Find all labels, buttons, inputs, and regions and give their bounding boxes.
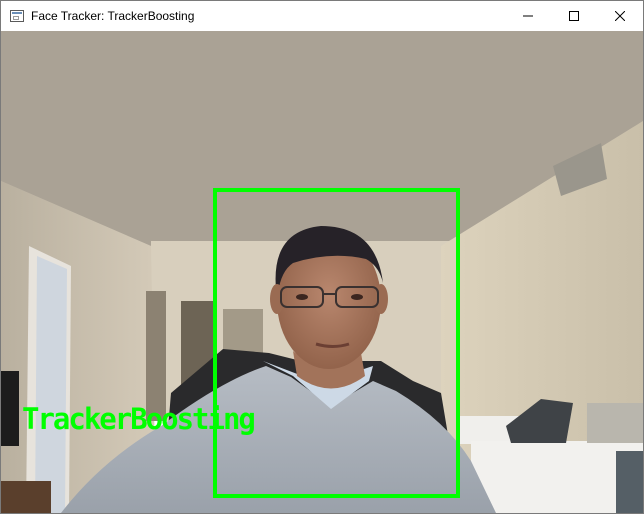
tracker-name-label: TrackerBoosting [22,402,256,436]
window-title: Face Tracker: TrackerBoosting [31,9,195,23]
camera-image [1,31,643,513]
minimize-button[interactable] [505,1,551,31]
maximize-button[interactable] [551,1,597,31]
minimize-icon [523,15,533,17]
close-button[interactable] [597,1,643,31]
face-tracker-window: Face Tracker: TrackerBoosting TrackerBoo… [0,0,644,514]
window-controls [505,1,643,31]
maximize-icon [569,11,579,21]
title-bar[interactable]: Face Tracker: TrackerBoosting [1,1,643,31]
app-window-icon [10,10,24,22]
close-icon [615,11,625,21]
video-frame: TrackerBoosting [1,31,643,513]
